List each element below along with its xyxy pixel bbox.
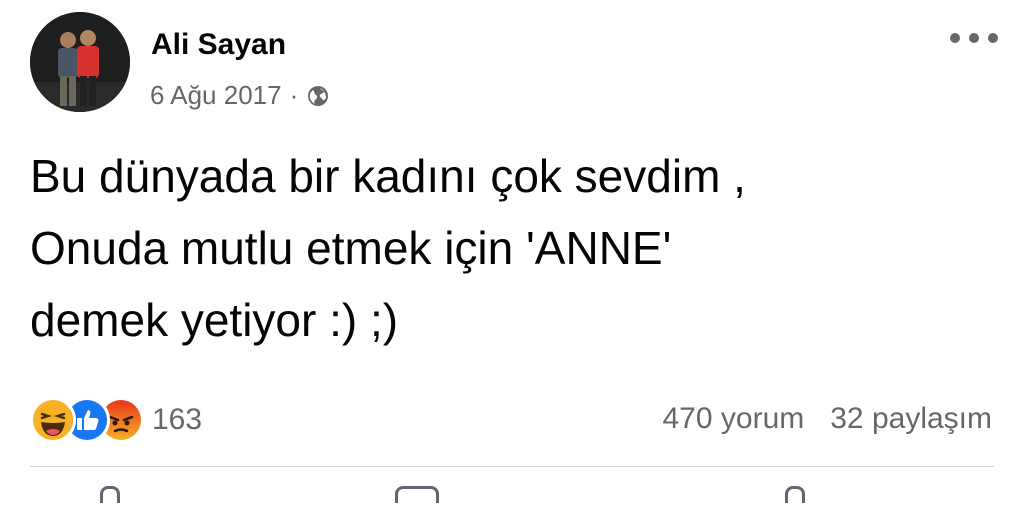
comment-count[interactable]: 470 yorum <box>663 402 805 436</box>
comment-button-icon[interactable] <box>395 486 439 503</box>
post-stats: 470 yorum 32 paylaşım <box>663 402 993 436</box>
author-name[interactable]: Ali Sayan <box>151 28 286 62</box>
post-meta: 6 Ağu 2017 · <box>150 80 330 111</box>
divider <box>30 466 994 467</box>
post-date[interactable]: 6 Ağu 2017 <box>150 80 282 111</box>
post-text: Bu dünyada bir kadını çok sevdim , Onuda… <box>30 150 746 346</box>
share-button-icon[interactable] <box>785 486 805 503</box>
haha-icon <box>30 397 76 443</box>
avatar-photo <box>30 12 130 112</box>
share-count[interactable]: 32 paylaşım <box>830 402 992 436</box>
reaction-count[interactable]: 163 <box>152 403 202 437</box>
globe-icon[interactable] <box>306 84 330 108</box>
action-bar <box>0 486 1024 506</box>
meta-separator: · <box>289 80 299 110</box>
like-button-icon[interactable] <box>100 486 120 503</box>
reactions-summary[interactable]: 163 <box>30 397 202 443</box>
more-options-icon[interactable] <box>950 30 998 46</box>
avatar[interactable] <box>30 12 130 112</box>
